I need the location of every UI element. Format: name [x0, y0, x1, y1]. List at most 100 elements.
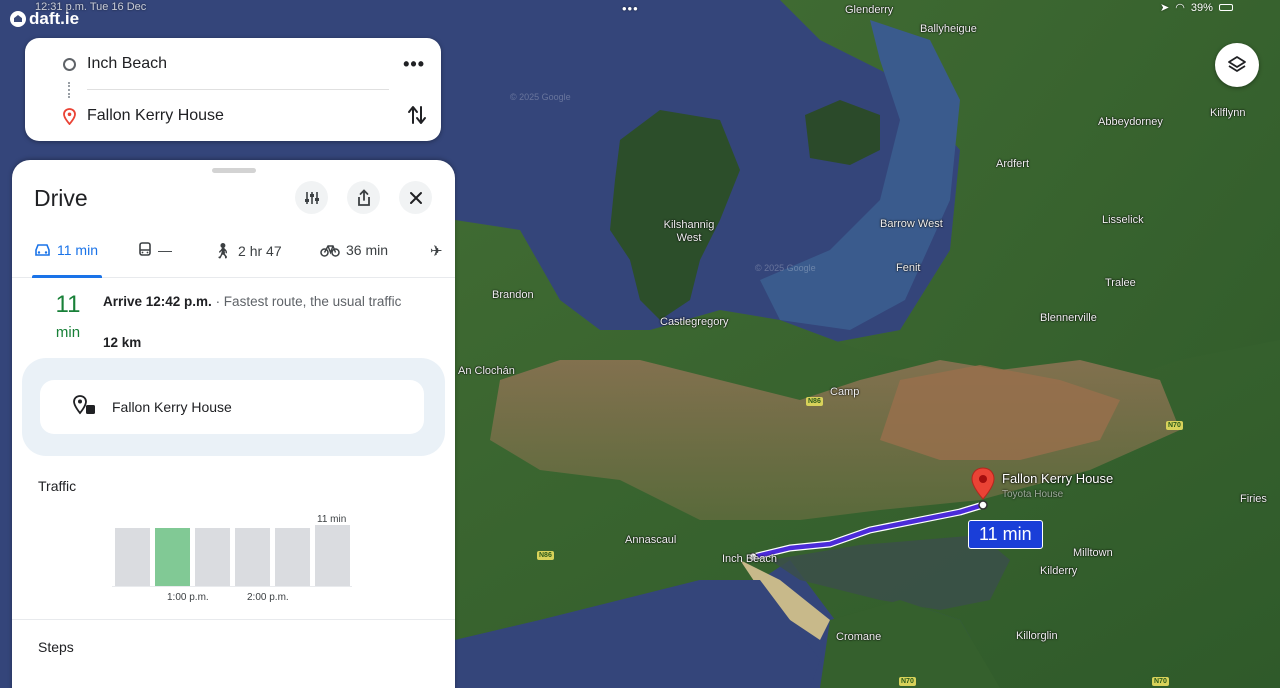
wifi-icon: ◠	[1175, 2, 1185, 14]
destination-item[interactable]: Fallon Kerry House	[40, 380, 424, 434]
traffic-peak-label: 11 min	[317, 514, 347, 525]
status-time: 12:31 p.m. Tue 16 Dec	[35, 1, 147, 13]
traffic-axis	[112, 586, 352, 587]
destination-item-label: Fallon Kerry House	[112, 399, 232, 415]
destination-pin-icon[interactable]	[970, 467, 996, 501]
tab-transit-label: —	[158, 242, 172, 258]
tab-cycle[interactable]: 36 min	[320, 242, 388, 258]
tab-walk-label: 2 hr 47	[238, 243, 282, 259]
place-label: Killorglin	[1016, 630, 1058, 642]
destination-pin-icon	[63, 108, 76, 130]
map-watermark: © 2025 Google	[755, 263, 816, 273]
steps-heading[interactable]: Steps	[38, 639, 74, 655]
bicycle-icon	[320, 245, 340, 257]
share-icon	[357, 188, 370, 206]
directions-card: Inch Beach Fallon Kerry House •••	[25, 38, 441, 141]
place-pin-icon	[72, 394, 98, 421]
place-label: Kilshannig West	[663, 219, 715, 244]
sheet-title: Drive	[34, 185, 88, 211]
travel-mode-tabs: 11 min — 🚶︎ 2 hr 47 36 min ✈	[12, 232, 455, 278]
place-label: Barrow West	[880, 218, 943, 230]
tab-drive[interactable]: 11 min	[34, 242, 98, 258]
close-icon	[409, 191, 422, 204]
divider	[12, 619, 455, 620]
destination-field[interactable]: Fallon Kerry House	[87, 107, 224, 125]
place-label: Cromane	[836, 631, 882, 643]
route-description: · Fastest route, the usual traffic	[211, 294, 402, 309]
place-label: Firies	[1240, 493, 1267, 505]
place-label: Blennerville	[1040, 312, 1097, 324]
close-button[interactable]	[399, 181, 432, 214]
road-badge: N70	[1152, 677, 1169, 686]
walk-icon: 🚶︎	[213, 243, 233, 260]
traffic-bar[interactable]	[195, 528, 230, 586]
sliders-icon	[304, 191, 319, 204]
place-label: Fenit	[896, 262, 921, 274]
place-label: Kilderry	[1040, 565, 1078, 577]
tab-cycle-label: 36 min	[346, 242, 389, 258]
tab-drive-label: 11 min	[57, 242, 98, 258]
place-label: Lisselick	[1102, 214, 1144, 226]
multitask-dots[interactable]: •••	[622, 1, 639, 16]
place-label: Milltown	[1073, 547, 1113, 559]
place-label: Camp	[830, 386, 860, 398]
active-tab-indicator	[32, 275, 102, 278]
road-badge: N86	[537, 551, 554, 560]
route-eta-callout[interactable]: 11 min	[968, 520, 1043, 549]
traffic-time-label: 2:00 p.m.	[247, 592, 289, 603]
place-label: Abbeydorney	[1098, 116, 1163, 128]
tab-walk[interactable]: 🚶︎ 2 hr 47	[213, 242, 282, 260]
house-icon	[10, 11, 26, 27]
map-destination-sublabel: Toyota House	[1002, 489, 1064, 500]
directions-sheet: Drive 11 min — 🚶︎ 2 hr 47 36 min ✈ 11 mi…	[12, 160, 455, 688]
route-minutes-unit: min	[55, 324, 81, 341]
tab-transit[interactable]: —	[138, 242, 172, 258]
arrival-time: Arrive 12:42 p.m.	[103, 294, 212, 309]
traffic-heading: Traffic	[38, 478, 77, 494]
car-icon	[35, 244, 50, 256]
traffic-bar[interactable]	[115, 528, 150, 586]
status-right: ➤ ◠ 39%	[1160, 1, 1233, 14]
swap-icon[interactable]	[407, 104, 427, 131]
traffic-bar[interactable]	[155, 528, 190, 586]
route-options-button[interactable]	[295, 181, 328, 214]
traffic-time-label: 1:00 p.m.	[167, 592, 209, 603]
place-label: Tralee	[1105, 277, 1136, 289]
airplane-icon: ✈	[430, 243, 443, 260]
route-dots	[68, 82, 70, 98]
battery-percent: 39%	[1190, 1, 1213, 14]
road-badge: N70	[1166, 421, 1183, 430]
more-options-button[interactable]: •••	[403, 54, 425, 75]
traffic-bar[interactable]	[235, 528, 270, 586]
route-distance: 12 km	[103, 335, 142, 350]
traffic-bar[interactable]	[275, 528, 310, 586]
road-badge: N70	[899, 677, 916, 686]
place-label: Ballyheigue	[920, 23, 977, 35]
battery-icon	[1218, 4, 1233, 11]
tab-flight[interactable]: ✈	[430, 242, 449, 260]
bus-icon	[139, 242, 151, 256]
place-label: Kilflynn	[1210, 107, 1246, 119]
sheet-drag-handle[interactable]	[212, 168, 256, 173]
share-button[interactable]	[347, 181, 380, 214]
origin-field[interactable]: Inch Beach	[87, 55, 167, 73]
place-label: Annascaul	[625, 534, 677, 546]
divider	[87, 89, 389, 90]
route-summary[interactable]: Arrive 12:42 p.m. · Fastest route, the u…	[103, 292, 423, 312]
place-label: Ardfert	[996, 158, 1030, 170]
place-label: Inch Beach	[722, 553, 778, 565]
destination-panel: Fallon Kerry House	[22, 358, 445, 456]
location-icon: ➤	[1160, 2, 1170, 14]
place-label: Castlegregory	[660, 316, 729, 328]
place-label: Glenderry	[845, 4, 894, 16]
layers-icon	[1228, 56, 1246, 72]
origin-circle-icon	[63, 58, 76, 71]
route-minutes: 11	[55, 291, 81, 318]
place-label: Brandon	[492, 289, 534, 301]
place-label: An Clochán	[458, 365, 515, 377]
road-badge: N86	[806, 397, 823, 406]
map-destination-label: Fallon Kerry House	[1002, 471, 1114, 486]
map-watermark: © 2025 Google	[510, 92, 571, 102]
layers-button[interactable]	[1215, 43, 1259, 87]
traffic-bar[interactable]	[315, 525, 350, 586]
